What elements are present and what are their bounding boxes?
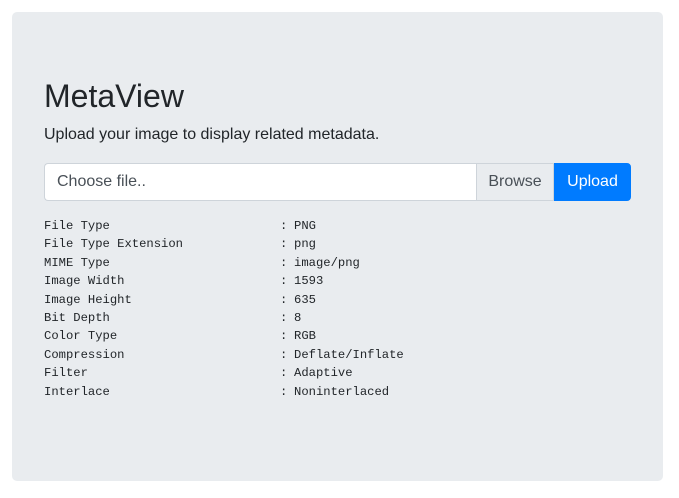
metadata-separator: : — [280, 384, 288, 399]
metadata-value: 1593 — [294, 274, 324, 289]
metadata-value: Noninterlaced — [294, 384, 390, 399]
metadata-value: 635 — [294, 292, 316, 307]
metadata-row: Interlace : Noninterlaced — [44, 383, 404, 401]
metadata-separator: : — [280, 347, 288, 362]
metadata-key: Bit Depth — [44, 310, 110, 325]
metadata-value: Adaptive — [294, 366, 353, 381]
metadata-key: File Type Extension — [44, 237, 183, 252]
metadata-separator: : — [280, 274, 288, 289]
browse-button[interactable]: Browse — [476, 163, 554, 201]
metadata-key: MIME Type — [44, 255, 110, 270]
metadata-list: File Type : PNG File Type Extension : pn… — [44, 217, 404, 401]
metadata-key: Color Type — [44, 329, 118, 344]
metadata-separator: : — [280, 366, 288, 381]
metadata-row: Bit Depth : 8 — [44, 309, 404, 327]
upload-form: Choose file.. Browse Upload — [44, 163, 631, 201]
metadata-value: image/png — [294, 255, 360, 270]
metadata-value: png — [294, 237, 316, 252]
metadata-row: Image Height : 635 — [44, 291, 404, 309]
metadata-value: 8 — [294, 310, 302, 325]
metadata-row: MIME Type : image/png — [44, 254, 404, 272]
metadata-row: File Type Extension : png — [44, 235, 404, 253]
file-input[interactable]: Choose file.. — [44, 163, 476, 201]
metadata-separator: : — [280, 310, 288, 325]
page-title: MetaView — [44, 78, 184, 114]
metadata-row: Compression : Deflate/Inflate — [44, 346, 404, 364]
metadata-separator: : — [280, 329, 288, 344]
metadata-row: Filter : Adaptive — [44, 364, 404, 382]
metadata-row: File Type : PNG — [44, 217, 404, 235]
jumbotron-panel: MetaView Upload your image to display re… — [12, 12, 663, 481]
metadata-row: Color Type : RGB — [44, 327, 404, 345]
metadata-key: Image Height — [44, 292, 132, 307]
metadata-separator: : — [280, 219, 288, 233]
metadata-key: Compression — [44, 347, 125, 362]
metadata-key: Filter — [44, 366, 88, 381]
metadata-separator: : — [280, 237, 288, 252]
metadata-row: Image Width : 1593 — [44, 272, 404, 290]
metadata-value: PNG — [294, 219, 316, 233]
metadata-key: File Type — [44, 219, 110, 233]
page-lead: Upload your image to display related met… — [44, 126, 380, 143]
metadata-value: RGB — [294, 329, 316, 344]
metadata-separator: : — [280, 255, 288, 270]
metadata-value: Deflate/Inflate — [294, 347, 404, 362]
upload-button[interactable]: Upload — [554, 163, 631, 201]
metadata-key: Interlace — [44, 384, 110, 399]
metadata-separator: : — [280, 292, 288, 307]
metadata-key: Image Width — [44, 274, 125, 289]
